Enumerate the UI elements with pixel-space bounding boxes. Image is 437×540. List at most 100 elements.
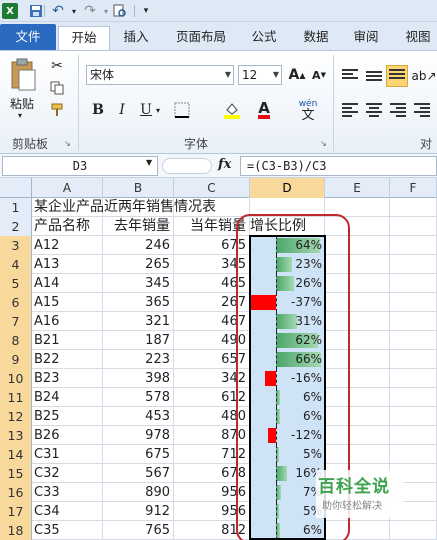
- cell-f8[interactable]: [390, 331, 437, 350]
- cell-b18[interactable]: 765: [103, 521, 174, 540]
- row-header[interactable]: 16: [0, 483, 32, 502]
- paste-icon[interactable]: [8, 57, 38, 93]
- cell-a12[interactable]: B25: [32, 407, 103, 426]
- cell-e5[interactable]: [325, 274, 390, 293]
- row-header[interactable]: 18: [0, 521, 32, 540]
- row-header[interactable]: 1: [0, 198, 32, 217]
- cell-a14[interactable]: C31: [32, 445, 103, 464]
- row-header[interactable]: 8: [0, 331, 32, 350]
- phonetic-guide-icon[interactable]: wén 文: [296, 97, 320, 123]
- cell-e10[interactable]: [325, 369, 390, 388]
- cell-d5[interactable]: 26%: [250, 274, 325, 293]
- row-header[interactable]: 6: [0, 293, 32, 312]
- text-orientation-icon[interactable]: ab↗: [411, 67, 436, 85]
- cell-b13[interactable]: 978: [103, 426, 174, 445]
- cell-b7[interactable]: 321: [103, 312, 174, 331]
- align-middle-icon[interactable]: [366, 71, 382, 85]
- tab-page-layout[interactable]: 页面布局: [168, 26, 234, 50]
- cell-d17[interactable]: 5%: [250, 502, 325, 521]
- formula-input[interactable]: =(C3-B3)/C3: [240, 156, 437, 176]
- redo-icon[interactable]: ↷: [82, 3, 98, 19]
- cell-d16[interactable]: 7%: [250, 483, 325, 502]
- cell-a11[interactable]: B24: [32, 388, 103, 407]
- cell-c12[interactable]: 480: [174, 407, 250, 426]
- undo-dropdown-icon[interactable]: ▾: [66, 3, 82, 19]
- row-header[interactable]: 17: [0, 502, 32, 521]
- cell-c1[interactable]: [174, 198, 250, 217]
- align-center-icon[interactable]: [366, 103, 382, 117]
- cell-b4[interactable]: 265: [103, 255, 174, 274]
- cell-d12[interactable]: 6%: [250, 407, 325, 426]
- cell-a1[interactable]: 某企业产品近两年销售情况表: [32, 198, 216, 217]
- cell-a8[interactable]: B21: [32, 331, 103, 350]
- formula-bar-splitter[interactable]: [162, 158, 212, 174]
- cell-c8[interactable]: 490: [174, 331, 250, 350]
- row-header[interactable]: 9: [0, 350, 32, 369]
- align-top-icon[interactable]: [342, 69, 358, 83]
- paste-dropdown-icon[interactable]: ▾: [18, 111, 22, 120]
- cell-d9[interactable]: 66%: [250, 350, 325, 369]
- tab-file[interactable]: 文件: [0, 24, 56, 50]
- row-header[interactable]: 4: [0, 255, 32, 274]
- cell-d4[interactable]: 23%: [250, 255, 325, 274]
- cell-c6[interactable]: 267: [174, 293, 250, 312]
- cell-b6[interactable]: 365: [103, 293, 174, 312]
- cell-e4[interactable]: [325, 255, 390, 274]
- row-header[interactable]: 10: [0, 369, 32, 388]
- cell-a10[interactable]: B23: [32, 369, 103, 388]
- font-size-select[interactable]: 12 ▼: [238, 65, 282, 85]
- cell-a9[interactable]: B22: [32, 350, 103, 369]
- save-icon[interactable]: [28, 3, 44, 19]
- print-preview-icon[interactable]: [112, 3, 128, 19]
- cell-b8[interactable]: 187: [103, 331, 174, 350]
- cell-b11[interactable]: 578: [103, 388, 174, 407]
- cell-b17[interactable]: 912: [103, 502, 174, 521]
- cell-f2[interactable]: [390, 217, 437, 236]
- tab-view[interactable]: 视图: [398, 26, 437, 50]
- cell-d7[interactable]: 31%: [250, 312, 325, 331]
- cell-a6[interactable]: A15: [32, 293, 103, 312]
- name-box[interactable]: D3: [2, 156, 158, 176]
- row-header[interactable]: 5: [0, 274, 32, 293]
- underline-dropdown-icon[interactable]: ▾: [156, 106, 160, 115]
- cell-f10[interactable]: [390, 369, 437, 388]
- cell-d8[interactable]: 62%: [250, 331, 325, 350]
- row-header[interactable]: 3: [0, 236, 32, 255]
- tab-formulas[interactable]: 公式: [244, 26, 284, 50]
- cell-f11[interactable]: [390, 388, 437, 407]
- cell-a15[interactable]: C32: [32, 464, 103, 483]
- cell-c13[interactable]: 870: [174, 426, 250, 445]
- decrease-font-icon[interactable]: A ▼: [310, 65, 328, 85]
- cell-d6[interactable]: -37%: [250, 293, 325, 312]
- cell-c15[interactable]: 678: [174, 464, 250, 483]
- cell-e18[interactable]: [325, 521, 390, 540]
- font-color-icon[interactable]: A: [252, 100, 276, 120]
- format-painter-icon[interactable]: [48, 101, 66, 119]
- align-left-icon[interactable]: [342, 103, 358, 117]
- row-header[interactable]: 11: [0, 388, 32, 407]
- font-launcher-icon[interactable]: ↘: [320, 139, 327, 148]
- cell-a7[interactable]: A16: [32, 312, 103, 331]
- cell-d15[interactable]: 16%: [250, 464, 325, 483]
- bold-button[interactable]: B: [88, 100, 108, 120]
- insert-function-icon[interactable]: fx: [218, 157, 231, 172]
- cell-f5[interactable]: [390, 274, 437, 293]
- tab-home[interactable]: 开始: [58, 26, 110, 50]
- cell-d3[interactable]: 64%: [250, 236, 325, 255]
- cell-c10[interactable]: 342: [174, 369, 250, 388]
- cell-e1[interactable]: [325, 198, 390, 217]
- border-icon[interactable]: [170, 100, 194, 120]
- cell-c16[interactable]: 956: [174, 483, 250, 502]
- paste-button-label[interactable]: 粘贴: [10, 95, 34, 112]
- cell-a18[interactable]: C35: [32, 521, 103, 540]
- cell-d18[interactable]: 6%: [250, 521, 325, 540]
- underline-button[interactable]: U: [136, 100, 156, 120]
- cell-c5[interactable]: 465: [174, 274, 250, 293]
- cell-d2[interactable]: 增长比例: [250, 217, 325, 236]
- cell-c11[interactable]: 612: [174, 388, 250, 407]
- cell-d1[interactable]: [250, 198, 325, 217]
- row-header[interactable]: 2: [0, 217, 32, 236]
- cell-b3[interactable]: 246: [103, 236, 174, 255]
- cell-a17[interactable]: C34: [32, 502, 103, 521]
- cell-f12[interactable]: [390, 407, 437, 426]
